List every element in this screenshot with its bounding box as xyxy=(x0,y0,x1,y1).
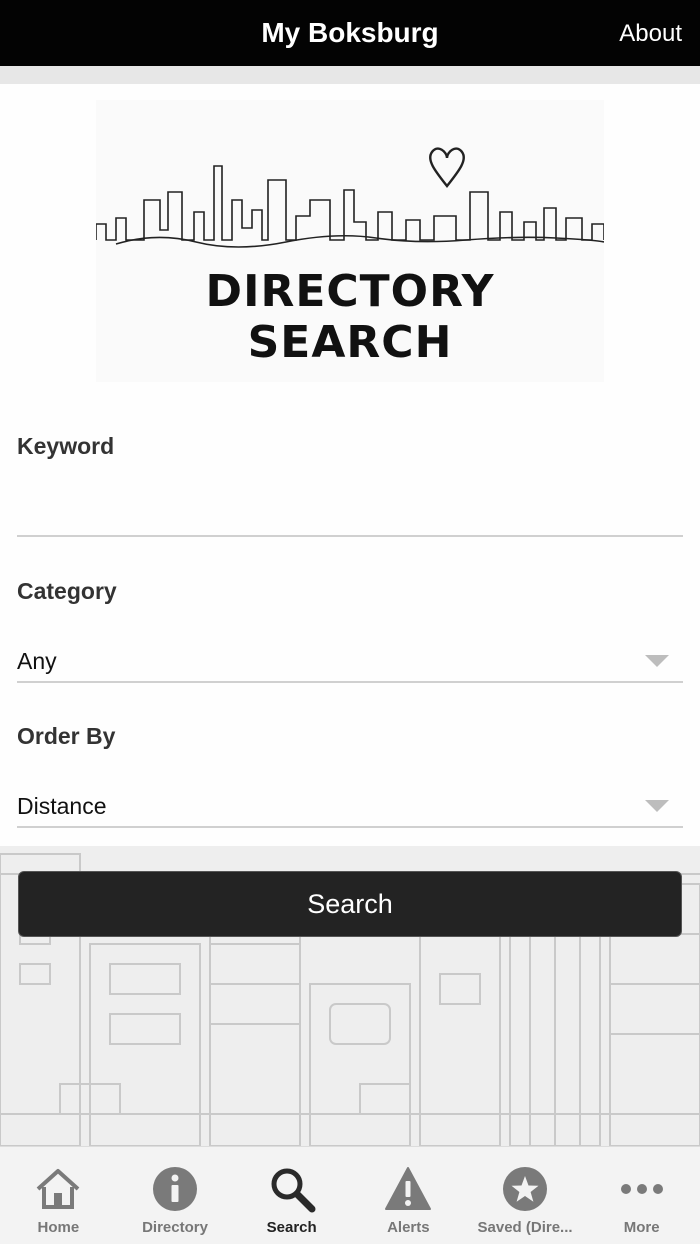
more-icon xyxy=(620,1184,663,1194)
tab-label: Search xyxy=(266,1219,317,1236)
header-divider xyxy=(0,66,700,84)
chevron-down-icon xyxy=(645,800,669,812)
page-title: My Boksburg xyxy=(261,17,439,48)
tab-saved[interactable]: Saved (Dire... xyxy=(467,1147,584,1244)
logo-text: DIRECTORY SEARCH xyxy=(205,266,495,368)
app-header: My Boksburg About xyxy=(0,0,700,66)
order-by-underline xyxy=(17,826,683,828)
tab-more[interactable]: More xyxy=(583,1147,700,1244)
tab-label: Directory xyxy=(142,1219,208,1236)
search-form-panel: DIRECTORY SEARCH Keyword Category Any Or… xyxy=(0,84,700,846)
search-icon xyxy=(271,1168,316,1213)
tab-label: Alerts xyxy=(387,1219,430,1236)
category-select[interactable]: Any xyxy=(17,641,683,681)
chevron-down-icon xyxy=(645,655,669,667)
directory-search-logo: DIRECTORY SEARCH xyxy=(96,100,604,382)
keyword-label: Keyword xyxy=(17,433,115,459)
star-icon xyxy=(503,1167,548,1211)
search-button[interactable]: Search xyxy=(18,871,682,937)
keyword-input[interactable] xyxy=(17,479,683,529)
keyword-underline xyxy=(17,535,683,537)
tab-home[interactable]: Home xyxy=(0,1147,117,1244)
info-icon xyxy=(153,1167,197,1211)
alert-icon xyxy=(385,1167,432,1210)
order-by-label: Order By xyxy=(17,723,116,749)
bottom-tab-bar: Home Directory Search Alerts Saved (Dire… xyxy=(0,1146,700,1244)
order-by-value: Distance xyxy=(17,792,107,819)
order-by-select[interactable]: Distance xyxy=(17,786,683,826)
about-button[interactable]: About xyxy=(619,20,682,48)
category-value: Any xyxy=(17,647,57,674)
tab-label: Saved (Dire... xyxy=(477,1219,573,1236)
tab-directory[interactable]: Directory xyxy=(117,1147,234,1244)
category-label: Category xyxy=(17,578,117,604)
skyline-illustration xyxy=(96,147,604,248)
tab-label: More xyxy=(623,1219,660,1236)
tab-search[interactable]: Search xyxy=(233,1147,350,1244)
home-icon xyxy=(36,1169,80,1209)
category-underline xyxy=(17,681,683,683)
tab-label: Home xyxy=(37,1219,80,1236)
tab-alerts[interactable]: Alerts xyxy=(350,1147,467,1244)
